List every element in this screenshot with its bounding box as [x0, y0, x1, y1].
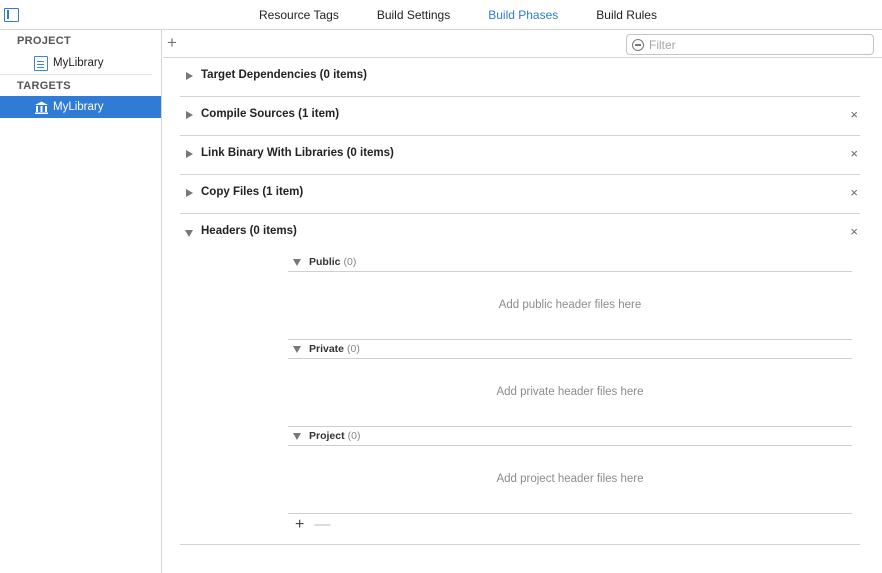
headers-private-section[interactable]: Private (0): [288, 340, 852, 359]
sidebar-item-project[interactable]: MyLibrary: [0, 52, 161, 74]
disclosure-triangle-icon[interactable]: [186, 111, 193, 119]
drop-hint: Add project header files here: [496, 473, 644, 485]
phase-title: Copy Files (1 item): [201, 186, 304, 198]
phase-compile-sources[interactable]: Compile Sources (1 item) ×: [180, 97, 860, 136]
headers-project-section[interactable]: Project (0): [288, 427, 852, 446]
delete-phase-icon[interactable]: ×: [850, 107, 858, 122]
phase-title: Link Binary With Libraries (0 items): [201, 147, 394, 159]
targets-header: TARGETS: [0, 74, 152, 96]
section-count: (0): [347, 343, 360, 355]
tab-build-phases[interactable]: Build Phases: [469, 0, 577, 30]
filter-icon: [632, 38, 644, 51]
delete-phase-icon[interactable]: ×: [850, 185, 858, 200]
phase-copy-files[interactable]: Copy Files (1 item) ×: [180, 175, 860, 214]
headers-public-section[interactable]: Public (0): [288, 253, 852, 272]
section-name: Private: [309, 343, 345, 355]
divider: [180, 544, 860, 545]
disclosure-triangle-icon[interactable]: [185, 230, 193, 237]
drop-hint: Add public header files here: [498, 299, 642, 311]
filter-field[interactable]: [626, 34, 874, 55]
disclosure-triangle-icon[interactable]: [293, 259, 301, 266]
filter-input[interactable]: [649, 37, 859, 52]
remove-header-button[interactable]: —: [314, 516, 330, 534]
disclosure-triangle-icon[interactable]: [293, 433, 301, 440]
sidebar-item-target[interactable]: MyLibrary: [0, 96, 161, 118]
tab-build-settings[interactable]: Build Settings: [358, 0, 469, 30]
public-headers-drop-area[interactable]: Add public header files here: [288, 272, 852, 340]
headers-edit-controls: + —: [295, 516, 340, 534]
project-targets-sidebar: PROJECT MyLibrary TARGETS MyLibrary: [0, 30, 162, 573]
sidebar-item-label: MyLibrary: [53, 101, 104, 113]
disclosure-triangle-icon[interactable]: [186, 72, 193, 80]
project-headers-drop-area[interactable]: Add project header files here: [288, 446, 852, 514]
phases-toolbar: +: [163, 30, 882, 58]
phase-title: Target Dependencies (0 items): [201, 69, 367, 81]
editor-tabs: Resource Tags Build Settings Build Phase…: [240, 0, 676, 30]
disclosure-triangle-icon[interactable]: [186, 150, 193, 158]
add-header-button[interactable]: +: [295, 516, 304, 534]
phase-title: Headers (0 items): [201, 225, 297, 237]
tab-resource-tags[interactable]: Resource Tags: [240, 0, 358, 30]
top-bar: Resource Tags Build Settings Build Phase…: [0, 0, 882, 30]
phase-headers[interactable]: Headers (0 items) ×: [180, 214, 860, 253]
sidebar-item-label: MyLibrary: [53, 57, 104, 69]
section-count: (0): [343, 256, 357, 268]
tab-build-rules[interactable]: Build Rules: [577, 0, 676, 30]
phase-target-dependencies[interactable]: Target Dependencies (0 items): [180, 58, 860, 97]
section-name: Public: [309, 256, 341, 268]
disclosure-triangle-icon[interactable]: [186, 189, 193, 197]
private-headers-drop-area[interactable]: Add private header files here: [288, 359, 852, 427]
drop-hint: Add private header files here: [496, 386, 644, 398]
project-file-icon: [34, 55, 48, 71]
delete-phase-icon[interactable]: ×: [850, 146, 858, 161]
phase-link-binary[interactable]: Link Binary With Libraries (0 items) ×: [180, 136, 860, 175]
phase-title: Compile Sources (1 item): [201, 108, 340, 120]
section-count: (0): [347, 430, 361, 442]
disclosure-triangle-icon[interactable]: [293, 346, 301, 353]
sidebar-toggle-icon[interactable]: [4, 8, 19, 22]
delete-phase-icon[interactable]: ×: [850, 224, 858, 239]
section-name: Project: [309, 430, 345, 442]
project-header: PROJECT: [17, 35, 72, 47]
build-phases-editor: + Target Dependencies (0 items) Compile …: [163, 30, 882, 573]
library-target-icon: [34, 100, 48, 115]
add-build-phase-button[interactable]: +: [167, 33, 177, 53]
